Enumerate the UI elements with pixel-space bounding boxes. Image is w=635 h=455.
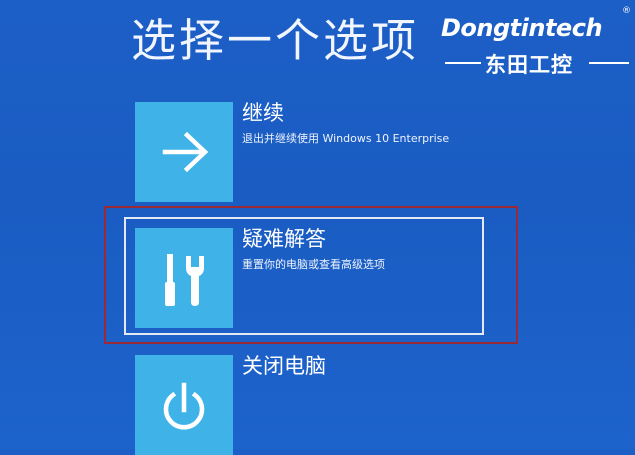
shutdown-tile [135, 355, 233, 455]
highlight-annotation [104, 206, 518, 344]
registered-mark: ® [622, 6, 631, 16]
watermark-line-right [589, 62, 629, 64]
watermark-brand: Dongtintech [441, 14, 603, 42]
watermark-line-left [445, 62, 481, 64]
watermark-logo: Dongtintech ® 东田工控 [437, 6, 633, 77]
option-shutdown[interactable]: 关闭电脑 [135, 354, 555, 455]
watermark-subtitle: 东田工控 [485, 53, 573, 77]
continue-title: 继续 [242, 101, 284, 125]
continue-tile [135, 102, 233, 202]
shutdown-title: 关闭电脑 [242, 354, 326, 378]
continue-description: 退出并继续使用 Windows 10 Enterprise [242, 132, 450, 145]
page-title: 选择一个选项 [131, 14, 420, 67]
arrow-right-icon [162, 131, 209, 173]
option-continue[interactable]: 继续 退出并继续使用 Windows 10 Enterprise [135, 101, 555, 202]
power-icon [163, 382, 205, 430]
